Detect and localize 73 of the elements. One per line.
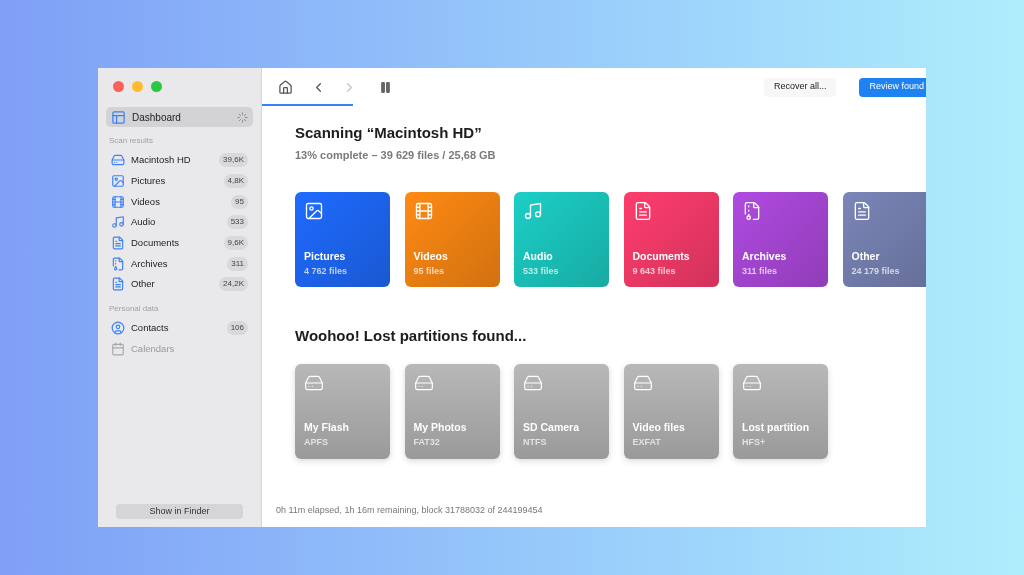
pause-icon[interactable] bbox=[379, 80, 392, 94]
category-card[interactable]: Documents 9 643 files bbox=[623, 192, 719, 287]
music-note-icon bbox=[523, 201, 543, 221]
sidebar-item[interactable]: Documents 9,6K bbox=[106, 232, 253, 254]
note-icon bbox=[111, 277, 125, 292]
partition-name: Lost partition bbox=[742, 420, 811, 436]
file-count: 9 643 files bbox=[632, 264, 677, 278]
category-name: Pictures bbox=[304, 248, 347, 264]
category-name: Audio bbox=[523, 248, 554, 264]
sidebar-item[interactable]: Other 24,2K bbox=[106, 274, 253, 295]
partition-name: SD Camera bbox=[523, 420, 581, 436]
category-name: Documents bbox=[632, 248, 691, 264]
count-badge: 95 bbox=[231, 194, 248, 209]
category-card[interactable]: Archives 311 files bbox=[733, 192, 828, 287]
sidebar-item[interactable]: Contacts 106 bbox=[106, 317, 253, 339]
category-name: Videos bbox=[413, 248, 449, 264]
sidebar-item[interactable]: Audio 533 bbox=[106, 212, 253, 233]
zoom-button[interactable] bbox=[151, 81, 162, 92]
count-badge: 4,8K bbox=[223, 174, 248, 189]
home-icon[interactable] bbox=[278, 79, 293, 95]
film-icon bbox=[413, 201, 434, 221]
count-badge: 106 bbox=[226, 321, 248, 336]
file-count: 4 762 files bbox=[304, 264, 349, 278]
partitions-heading: Woohoo! Lost partitions found... bbox=[295, 326, 528, 346]
archive-icon bbox=[742, 201, 762, 221]
count-badge: 311 bbox=[227, 256, 248, 271]
picture-icon bbox=[111, 174, 125, 189]
dashboard-icon bbox=[111, 109, 126, 125]
category-name: Archives bbox=[742, 248, 788, 264]
section-heading: Personal data bbox=[108, 302, 160, 315]
count-badge: 9,6K bbox=[223, 236, 248, 251]
category-card[interactable]: Pictures 4 762 files bbox=[295, 192, 390, 287]
file-count: 311 files bbox=[742, 264, 779, 278]
partition-name: My Photos bbox=[413, 420, 468, 436]
calendar-icon bbox=[111, 341, 125, 356]
recover-all-button[interactable]: Recover all... bbox=[763, 77, 837, 97]
count-badge: 533 bbox=[226, 215, 248, 230]
music-note-icon bbox=[111, 215, 125, 230]
file-count: 533 files bbox=[523, 264, 560, 278]
file-system-label: APFS bbox=[304, 436, 329, 449]
contact-icon bbox=[111, 321, 125, 336]
partition-name: My Flash bbox=[304, 420, 350, 436]
archive-icon bbox=[111, 256, 125, 271]
drive-icon bbox=[111, 153, 125, 168]
file-system-label: FAT32 bbox=[413, 436, 441, 449]
file-system-label: HFS+ bbox=[742, 436, 767, 449]
close-button[interactable] bbox=[113, 81, 124, 92]
picture-icon bbox=[304, 201, 324, 221]
file-count: 95 files bbox=[413, 264, 446, 278]
document-icon bbox=[111, 236, 125, 251]
sidebar-item[interactable]: Macintosh HD 39,6K bbox=[106, 150, 253, 171]
count-badge: 39,6K bbox=[219, 153, 248, 168]
sidebar-item[interactable]: Pictures 4,8K bbox=[106, 170, 253, 192]
category-name: Other bbox=[851, 248, 881, 264]
partition-name: Video files bbox=[632, 420, 686, 436]
review-found-button[interactable]: Review found bbox=[859, 77, 926, 97]
count-badge: 24,2K bbox=[219, 277, 248, 292]
film-icon bbox=[111, 194, 125, 209]
scan-title: Scanning “Macintosh HD” bbox=[295, 123, 483, 143]
section-heading: Scan results bbox=[108, 135, 155, 147]
spinner-icon bbox=[237, 111, 248, 123]
category-card[interactable]: Other 24 179 files bbox=[842, 192, 926, 287]
sidebar-item[interactable]: Videos 95 bbox=[106, 191, 253, 213]
category-card[interactable]: Videos 95 files bbox=[404, 192, 500, 287]
status-text: 0h 11m elapsed, 1h 16m remaining, block 31788032 of 244199454 bbox=[275, 503, 544, 517]
minimize-button[interactable] bbox=[132, 81, 143, 92]
file-system-label: NTFS bbox=[523, 436, 548, 449]
sidebar-item[interactable]: Dashboard bbox=[106, 107, 253, 127]
sidebar-item[interactable]: Archives 311 bbox=[106, 253, 253, 275]
scan-progress-text: 13% complete – 39 629 files / 25,68 GB bbox=[295, 147, 497, 163]
show-in-finder-button[interactable]: Show in Finder bbox=[116, 504, 243, 519]
file-system-label: EXFAT bbox=[632, 436, 662, 449]
file-count: 24 179 files bbox=[851, 264, 901, 278]
